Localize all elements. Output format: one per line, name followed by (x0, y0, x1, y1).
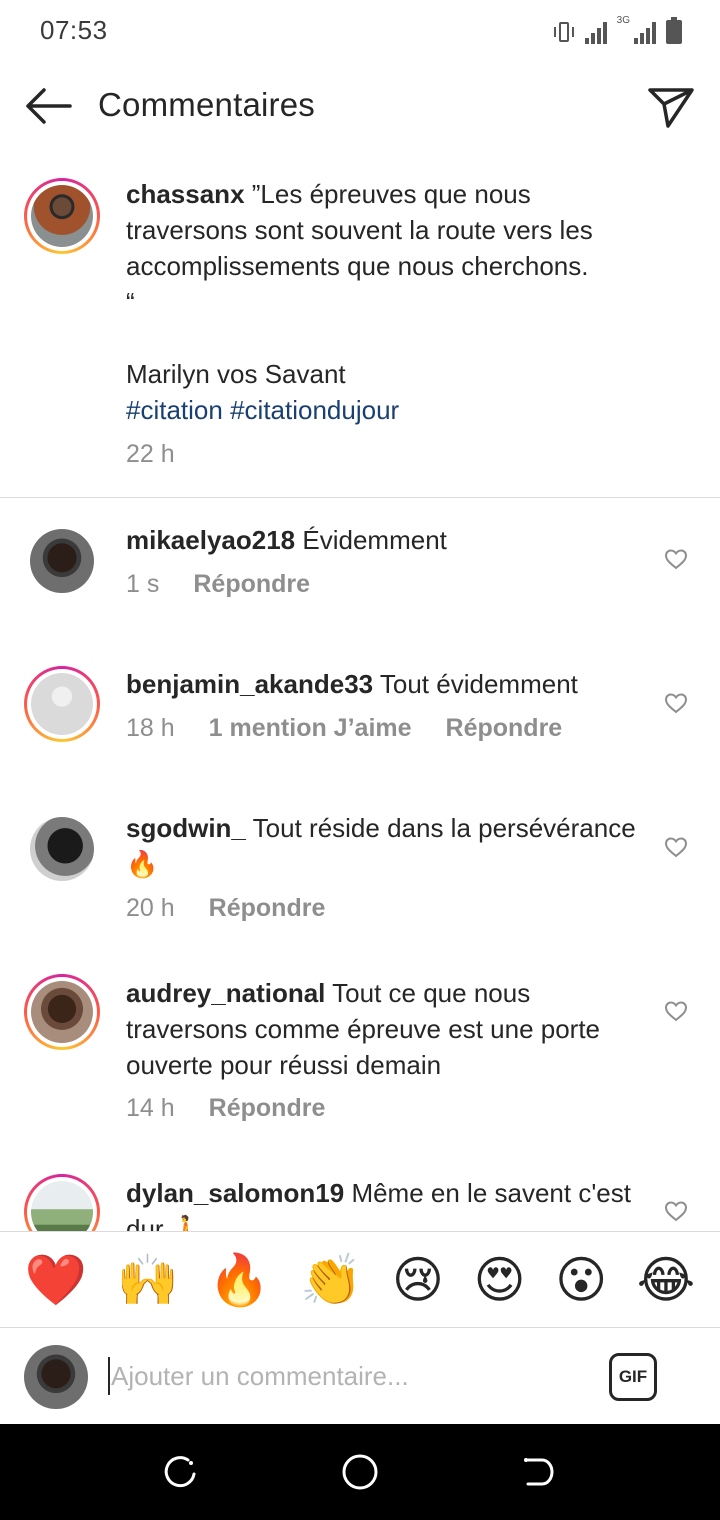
avatar[interactable] (24, 1174, 100, 1231)
recent-apps-icon[interactable] (160, 1452, 200, 1492)
comment-username[interactable]: dylan_salomon19 (126, 1178, 344, 1208)
comment-item: dylan_salomon19 Même en le savent c'est … (0, 0, 720, 1231)
avatar (24, 1345, 88, 1409)
emoji-clap[interactable]: 👏 (300, 1252, 362, 1308)
comment-composer: GIF (0, 1327, 720, 1424)
emoji-bar: ❤️ 🙌 🔥 👏 😢 😍 😮 😂 (0, 1231, 720, 1327)
back-nav-icon[interactable] (518, 1452, 558, 1492)
emoji-raised-hands[interactable]: 🙌 (117, 1252, 179, 1308)
text-cursor (108, 1357, 110, 1395)
home-icon[interactable] (340, 1452, 380, 1492)
heart-icon[interactable] (664, 1200, 688, 1222)
gif-button[interactable]: GIF (609, 1353, 657, 1401)
emoji-crying[interactable]: 😢 (392, 1252, 444, 1308)
comment-text: dylan_salomon19 Même en le savent c'est … (126, 1175, 656, 1231)
emoji-fire[interactable]: 🔥 (208, 1252, 270, 1308)
emoji-surprised[interactable]: 😮 (555, 1252, 607, 1308)
emoji-heart-eyes[interactable]: 😍 (474, 1252, 526, 1308)
comment-input[interactable] (111, 1356, 581, 1396)
emoji-laughing[interactable]: 😂 (637, 1252, 695, 1308)
navigation-bar (0, 1424, 720, 1520)
emoji-heart[interactable]: ❤️ (25, 1252, 87, 1308)
